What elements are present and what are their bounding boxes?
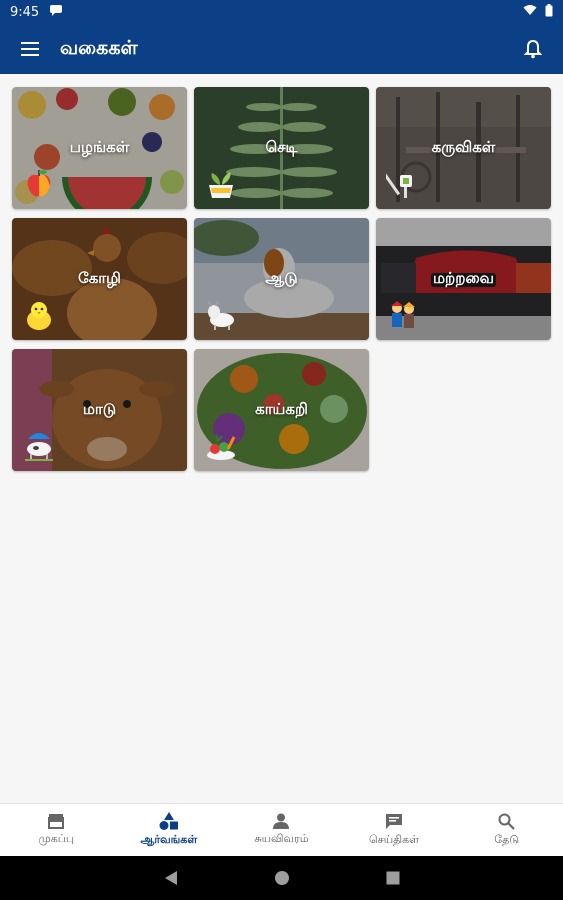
status-bar: 9:45 (0, 0, 563, 24)
category-card-chicken[interactable]: கோழி (12, 218, 187, 340)
page-title: வகைகள் (60, 36, 138, 59)
wifi-icon (523, 4, 537, 20)
notification-icon (49, 4, 63, 20)
cow-icon (25, 433, 53, 461)
category-label: காய்கறி (255, 400, 308, 418)
category-card-fruits[interactable]: பழங்கள் (12, 87, 187, 209)
shapes-icon (159, 812, 178, 830)
bell-icon[interactable] (519, 35, 547, 63)
app-bar: வகைகள் (0, 24, 563, 74)
system-navigation-bar (0, 856, 563, 900)
nav-label: செய்திகள் (369, 832, 420, 846)
category-card-cow[interactable]: மாடு (12, 349, 187, 471)
nav-label: சுயவிவரம் (254, 832, 309, 845)
home-icon[interactable] (274, 870, 290, 886)
category-label: செடி (265, 138, 298, 156)
category-card-vegetables[interactable]: காய்கறி (194, 349, 369, 471)
nav-label: தேடு (494, 832, 520, 846)
category-label: பழங்கள் (69, 138, 130, 156)
nav-search[interactable]: தேடு (450, 804, 563, 856)
category-card-others[interactable]: மற்றவை (376, 218, 551, 340)
apple-icon (27, 170, 51, 197)
nav-interests[interactable]: ஆர்வங்கள் (113, 804, 226, 856)
nav-label: முகப்பு (38, 832, 75, 845)
nav-profile[interactable]: சுயவிவரம் (225, 804, 338, 856)
farmers-icon (391, 301, 415, 328)
nav-news[interactable]: செய்திகள் (338, 804, 451, 856)
back-icon[interactable] (164, 870, 178, 886)
tools-icon (386, 172, 412, 198)
goat-icon (207, 300, 234, 330)
nav-label: ஆர்வங்கள் (140, 833, 198, 846)
chick-icon (27, 302, 51, 330)
bottom-navigation: முகப்பு ஆர்வங்கள் சுயவிவரம் செய்திகள் தே… (0, 803, 563, 856)
battery-icon (545, 3, 553, 21)
person-icon (273, 813, 290, 829)
status-time: 9:45 (10, 4, 40, 20)
nav-home[interactable]: முகப்பு (0, 804, 113, 856)
category-card-tools[interactable]: கருவிகள் (376, 87, 551, 209)
plant-pot-icon (209, 172, 233, 198)
vegetables-icon (207, 434, 236, 460)
menu-icon[interactable] (16, 35, 44, 63)
category-label: ஆடு (265, 269, 298, 287)
category-label: மற்றவை (432, 269, 495, 287)
message-icon (386, 813, 403, 829)
category-card-plant[interactable]: செடி (194, 87, 369, 209)
search-icon (498, 813, 515, 830)
recents-icon[interactable] (386, 871, 400, 885)
category-label: மாடு (82, 400, 117, 418)
category-label: கோழி (78, 269, 121, 287)
category-card-goat[interactable]: ஆடு (194, 218, 369, 340)
store-icon (48, 814, 65, 829)
category-label: கருவிகள் (431, 138, 496, 156)
